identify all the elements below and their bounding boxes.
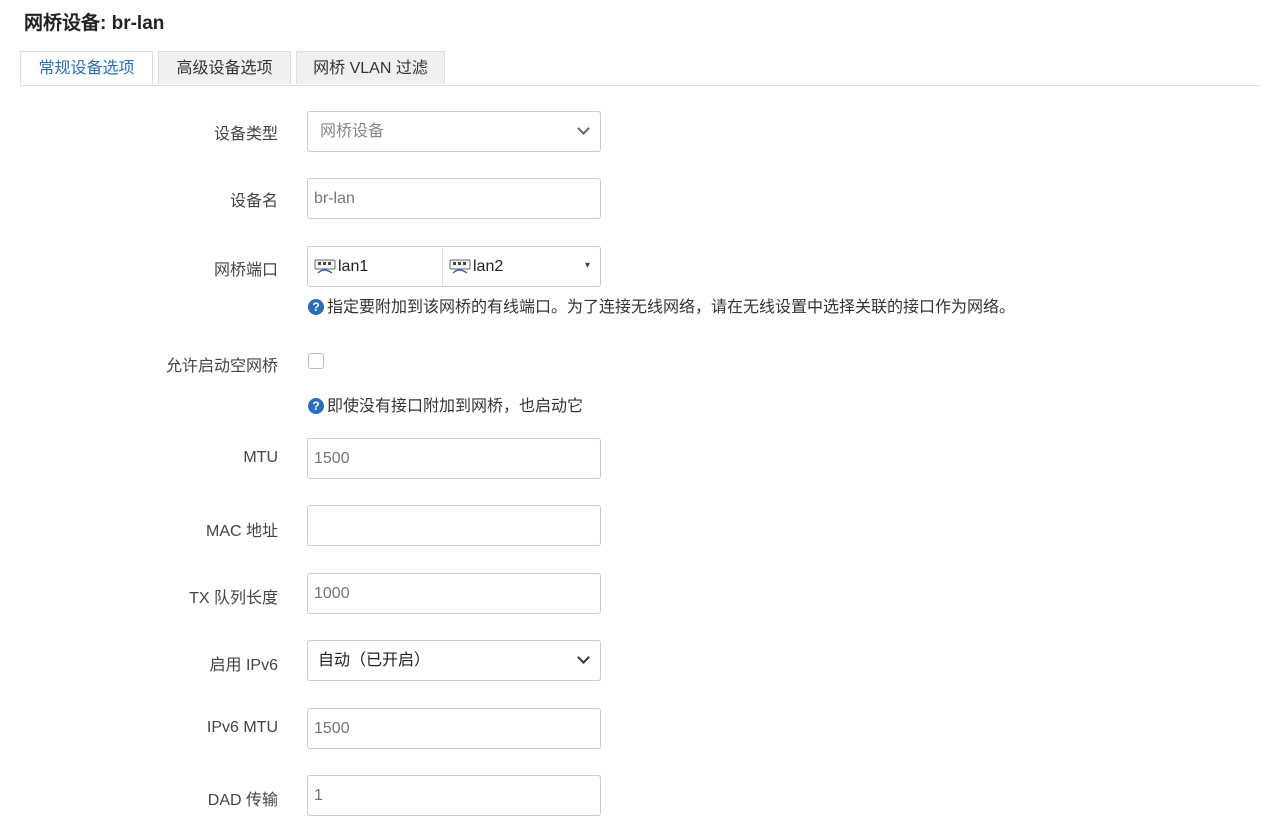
bring-up-empty-label: 允许启动空网桥 [165, 358, 278, 375]
txqueuelen-input[interactable] [307, 573, 601, 614]
device-type-label: 设备类型 [213, 126, 278, 143]
tab-bar: 常规设备选项 高级设备选项 网桥 VLAN 过滤 [20, 51, 1260, 86]
device-type-value: 网桥设备 [320, 123, 385, 140]
port-item-lan2: lan2 [442, 247, 577, 286]
ipv6-label: 启用 IPv6 [209, 657, 278, 674]
dad-transmits-input[interactable] [307, 775, 601, 816]
bridge-ports-hint: ? 指定要附加到该网桥的有线端口。为了连接无线网络，请在无线设置中选择关联的接口作… [308, 293, 1015, 317]
mtu-input[interactable] [307, 438, 601, 479]
chevron-down-icon [577, 651, 590, 664]
bring-up-empty-hint: ? 即使没有接口附加到网桥，也启动它 [308, 392, 583, 416]
txqueuelen-label: TX 队列长度 [189, 590, 278, 607]
ipv6-value: 自动（已开启） [318, 652, 431, 669]
page-title: 网桥设备: br-lan [24, 13, 165, 34]
mtu-label: MTU [243, 449, 278, 466]
bridge-ports-dropdown[interactable]: lan1 lan2 ▾ [307, 246, 601, 287]
ipv6-mtu-label: IPv6 MTU [206, 719, 278, 736]
chevron-down-icon [577, 122, 590, 135]
tab-general-device-options[interactable]: 常规设备选项 [20, 51, 153, 85]
help-icon: ? [308, 299, 324, 315]
ipv6-select[interactable]: 自动（已开启） [307, 640, 601, 681]
port-label: lan2 [473, 258, 504, 275]
bridge-ports-label: 网桥端口 [213, 262, 278, 279]
ethernet-port-icon [449, 259, 471, 274]
ipv6-mtu-input[interactable] [307, 708, 601, 749]
tab-advanced-device-options[interactable]: 高级设备选项 [158, 51, 291, 84]
mac-input[interactable] [307, 505, 601, 546]
device-type-select[interactable]: 网桥设备 [307, 111, 601, 152]
help-icon: ? [308, 398, 324, 414]
device-name-input[interactable] [307, 178, 601, 219]
ethernet-port-icon [314, 259, 336, 274]
bring-up-empty-checkbox[interactable] [308, 353, 324, 369]
mac-label: MAC 地址 [205, 523, 278, 540]
port-label: lan1 [338, 258, 369, 275]
tab-bridge-vlan-filtering[interactable]: 网桥 VLAN 过滤 [296, 51, 445, 84]
dropdown-arrow-icon: ▾ [584, 260, 590, 271]
port-item-lan1: lan1 [308, 247, 442, 286]
dad-transmits-label: DAD 传输 [207, 792, 278, 809]
device-name-label: 设备名 [229, 193, 278, 210]
